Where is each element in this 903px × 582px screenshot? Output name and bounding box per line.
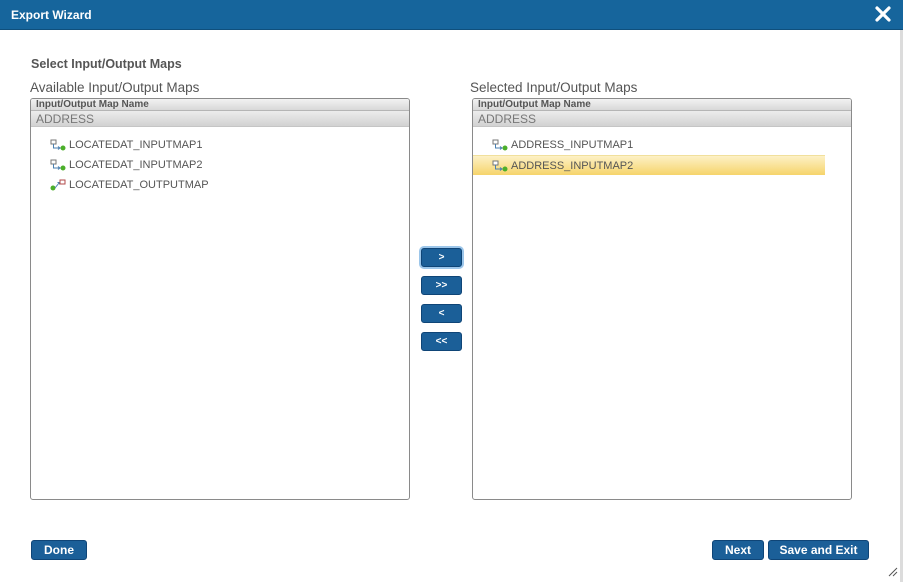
window-title: Export Wizard [11, 8, 92, 22]
selected-maps-list[interactable]: Input/Output Map Name ADDRESS ADDRESS_IN… [472, 98, 852, 500]
column-header[interactable]: Input/Output Map Name [31, 99, 409, 111]
selected-maps-label: Selected Input/Output Maps [470, 80, 638, 95]
input-map-icon [50, 159, 66, 171]
section-heading: Select Input/Output Maps [31, 57, 182, 71]
move-all-right-button[interactable]: >> [421, 276, 462, 295]
save-and-exit-button[interactable]: Save and Exit [768, 540, 869, 560]
list-item-label: ADDRESS_INPUTMAP1 [511, 139, 634, 151]
list-item[interactable]: LOCATEDAT_OUTPUTMAP [31, 175, 409, 195]
input-map-icon [492, 139, 508, 151]
list-item[interactable]: LOCATEDAT_INPUTMAP2 [31, 155, 409, 175]
output-map-icon [50, 179, 66, 191]
list-item-label: LOCATEDAT_INPUTMAP1 [69, 139, 203, 151]
title-bar: Export Wizard [0, 0, 903, 30]
list-item-label: ADDRESS_INPUTMAP2 [511, 160, 634, 172]
column-header[interactable]: Input/Output Map Name [473, 99, 851, 111]
group-row[interactable]: ADDRESS [31, 111, 409, 127]
list-item-selected[interactable]: ADDRESS_INPUTMAP2 [473, 155, 825, 175]
input-map-icon [492, 160, 508, 172]
list-item-label: LOCATEDAT_INPUTMAP2 [69, 159, 203, 171]
input-map-icon [50, 139, 66, 151]
done-button[interactable]: Done [31, 540, 87, 560]
group-row[interactable]: ADDRESS [473, 111, 851, 127]
list-item[interactable]: ADDRESS_INPUTMAP1 [473, 135, 851, 155]
move-right-button[interactable]: > [421, 248, 462, 267]
available-maps-list[interactable]: Input/Output Map Name ADDRESS LOCATEDAT_… [30, 98, 410, 500]
move-left-button[interactable]: < [421, 304, 462, 323]
resize-grip-icon[interactable] [886, 565, 898, 577]
list-item[interactable]: LOCATEDAT_INPUTMAP1 [31, 135, 409, 155]
list-item-label: LOCATEDAT_OUTPUTMAP [69, 179, 209, 191]
move-all-left-button[interactable]: << [421, 332, 462, 351]
available-maps-label: Available Input/Output Maps [30, 80, 200, 95]
close-icon[interactable] [874, 5, 892, 23]
next-button[interactable]: Next [712, 540, 764, 560]
